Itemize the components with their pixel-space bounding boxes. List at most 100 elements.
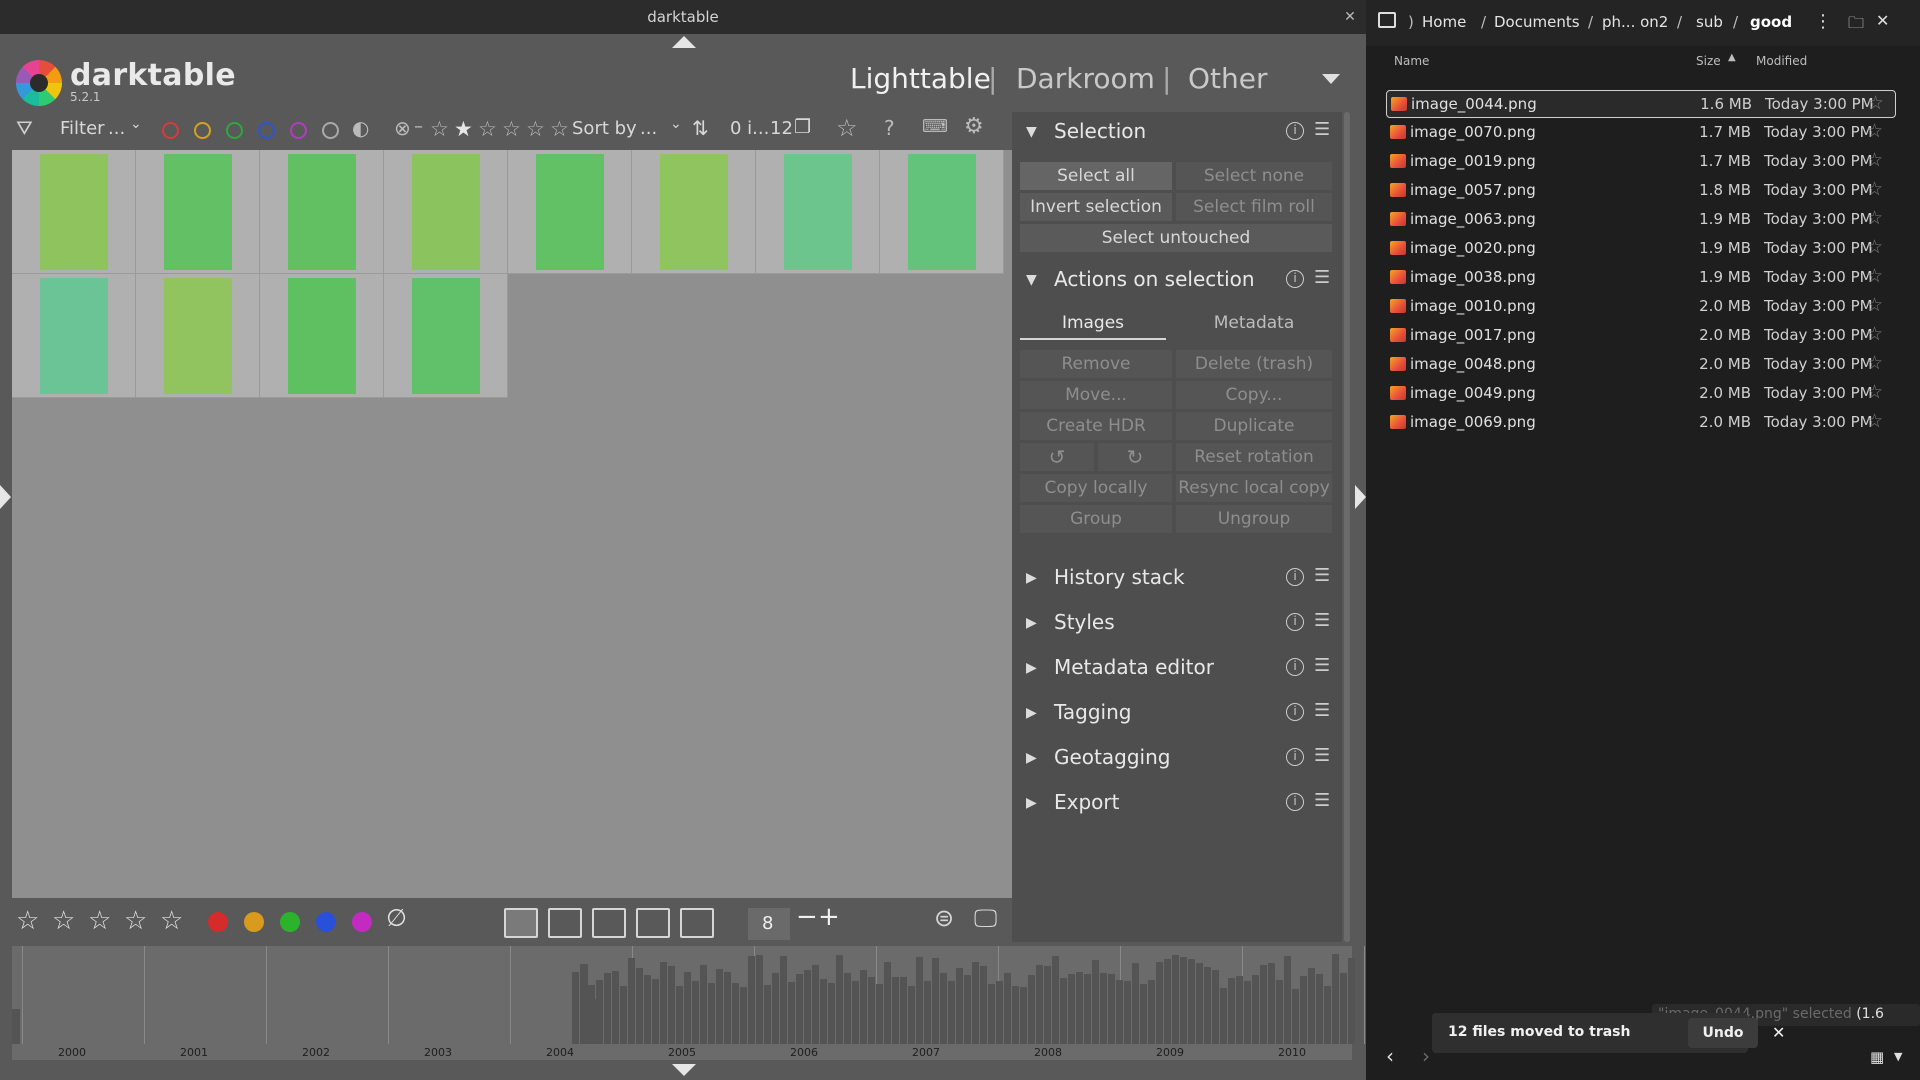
presets-menu-icon[interactable]: ☰ <box>1314 655 1330 676</box>
folder-search-icon[interactable]: 🗀 <box>1848 12 1864 39</box>
star-icon[interactable]: ☆ <box>1866 207 1883 229</box>
thumbnail[interactable] <box>136 150 260 274</box>
zoom-input[interactable]: 8 <box>748 908 790 940</box>
rejected-filter-icon[interactable]: ⊗ <box>394 116 411 140</box>
rate-star-icon[interactable]: ☆ <box>88 906 111 936</box>
history-stack-module-header[interactable]: ▶ History stack i ☰ <box>1012 558 1342 598</box>
file-row[interactable]: image_0070.png 1.7 MB Today 3:00 PM ☆ <box>1386 119 1896 147</box>
presets-menu-icon[interactable]: ☰ <box>1314 565 1330 586</box>
move-button[interactable]: Move... <box>1020 381 1172 409</box>
label-purple-icon[interactable] <box>352 912 372 932</box>
focus-peaking-icon[interactable]: ⊜ <box>934 904 954 932</box>
presets-menu-icon[interactable]: ☰ <box>1314 610 1330 631</box>
presets-menu-icon[interactable]: ☰ <box>1314 700 1330 721</box>
color-filter-combine-icon[interactable]: ◐ <box>352 116 369 140</box>
info-icon[interactable]: i <box>1286 703 1304 721</box>
favorite-star-icon[interactable]: ☆ <box>836 114 858 142</box>
back-arrow-icon[interactable]: ‹ <box>1386 1044 1394 1068</box>
column-name[interactable]: Name <box>1394 54 1429 68</box>
star-icon[interactable]: ☆ <box>1866 410 1883 432</box>
color-filter-red-icon[interactable] <box>162 122 179 139</box>
culling-fixed-layout-icon[interactable] <box>592 908 626 938</box>
thumbnail[interactable] <box>632 150 756 274</box>
resync-local-copy-button[interactable]: Resync local copy <box>1176 474 1332 502</box>
preview-layout-icon[interactable] <box>680 908 714 938</box>
create-hdr-button[interactable]: Create HDR <box>1020 412 1172 440</box>
info-icon[interactable]: i <box>1286 658 1304 676</box>
view-other[interactable]: Other <box>1188 62 1268 95</box>
grouping-icon[interactable]: ❐ <box>794 116 811 138</box>
sort-chevron-icon[interactable]: ⌄ <box>670 116 682 132</box>
reset-rotation-button[interactable]: Reset rotation <box>1176 443 1332 471</box>
tab-metadata[interactable]: Metadata <box>1176 308 1332 340</box>
thumbnail[interactable] <box>260 150 384 274</box>
clear-labels-icon[interactable]: ∅ <box>386 904 407 932</box>
info-icon[interactable]: i <box>1286 568 1304 586</box>
culling-dynamic-layout-icon[interactable] <box>636 908 670 938</box>
view-darkroom[interactable]: Darkroom <box>1016 62 1155 95</box>
rotate-cw-icon[interactable]: ↻ <box>1098 443 1172 471</box>
selection-module-header[interactable]: ▼ Selection i ☰ <box>1012 112 1342 152</box>
more-options-icon[interactable]: ⋮ <box>1814 11 1832 32</box>
rating-star-icon[interactable]: ☆ <box>430 117 449 141</box>
column-size[interactable]: Size <box>1696 54 1721 68</box>
display-profile-icon[interactable]: 🖵 <box>974 904 997 932</box>
rotate-ccw-icon[interactable]: ↺ <box>1020 443 1094 471</box>
breadcrumb-home[interactable]: Home <box>1422 13 1466 31</box>
keyboard-shortcuts-icon[interactable]: ⌨ <box>922 116 948 137</box>
thumbnail[interactable] <box>12 274 136 398</box>
window-close-button[interactable]: ✕ <box>1340 7 1360 27</box>
label-green-icon[interactable] <box>280 912 300 932</box>
sort-dropdown[interactable]: ... <box>640 118 657 139</box>
thumbnail[interactable] <box>136 274 260 398</box>
star-icon[interactable]: ☆ <box>1866 352 1883 374</box>
thumbnail[interactable] <box>12 150 136 274</box>
thumbnail[interactable] <box>880 150 1004 274</box>
rate-star-icon[interactable]: ☆ <box>52 906 75 936</box>
toast-close-icon[interactable]: ✕ <box>1772 1023 1785 1042</box>
preferences-gear-icon[interactable]: ⚙ <box>964 114 984 139</box>
label-yellow-icon[interactable] <box>244 912 264 932</box>
color-filter-purple-icon[interactable] <box>290 122 307 139</box>
file-row[interactable]: image_0048.png 2.0 MB Today 3:00 PM ☆ <box>1386 351 1896 379</box>
right-panel-collapse-icon[interactable] <box>1355 485 1366 509</box>
star-icon[interactable]: ☆ <box>1866 178 1883 200</box>
tagging-module-header[interactable]: ▶ Tagging i ☰ <box>1012 693 1342 733</box>
file-row[interactable]: image_0038.png 1.9 MB Today 3:00 PM ☆ <box>1386 264 1896 292</box>
delete-trash-button[interactable]: Delete (trash) <box>1176 350 1332 378</box>
color-filter-yellow-icon[interactable] <box>194 122 211 139</box>
file-row[interactable]: image_0010.png 2.0 MB Today 3:00 PM ☆ <box>1386 293 1896 321</box>
view-options-chevron-icon[interactable]: ▼ <box>1894 1050 1902 1063</box>
rate-star-icon[interactable]: ☆ <box>160 906 183 936</box>
file-row[interactable]: image_0044.png 1.6 MB Today 3:00 PM ☆ <box>1386 90 1896 118</box>
panel-scrollbar[interactable] <box>1344 112 1350 942</box>
star-icon[interactable]: ☆ <box>1866 381 1883 403</box>
left-panel-expand-icon[interactable] <box>0 485 11 509</box>
views-dropdown-icon[interactable] <box>1322 74 1340 84</box>
select-none-button[interactable]: Select none <box>1176 162 1332 190</box>
star-icon[interactable]: ☆ <box>1866 323 1883 345</box>
select-all-button[interactable]: Select all <box>1020 162 1172 190</box>
star-icon[interactable]: ☆ <box>1866 149 1883 171</box>
thumbnail[interactable] <box>508 150 632 274</box>
breadcrumb-documents[interactable]: Documents <box>1494 13 1580 31</box>
forward-arrow-icon[interactable]: › <box>1422 1044 1430 1068</box>
metadata-editor-module-header[interactable]: ▶ Metadata editor i ☰ <box>1012 648 1342 688</box>
breadcrumb-sub[interactable]: sub <box>1696 13 1723 31</box>
presets-menu-icon[interactable]: ☰ <box>1314 267 1330 288</box>
close-icon[interactable]: ✕ <box>1876 11 1889 30</box>
file-row[interactable]: image_0069.png 2.0 MB Today 3:00 PM ☆ <box>1386 409 1896 437</box>
rating-star-icon[interactable]: ☆ <box>550 117 569 141</box>
undo-button[interactable]: Undo <box>1688 1018 1758 1048</box>
info-icon[interactable]: i <box>1286 613 1304 631</box>
thumbnail[interactable] <box>260 274 384 398</box>
export-module-header[interactable]: ▶ Export i ☰ <box>1012 783 1342 823</box>
star-icon[interactable]: ☆ <box>1866 265 1883 287</box>
breadcrumb-current[interactable]: good <box>1750 13 1792 31</box>
remove-button[interactable]: Remove <box>1020 350 1172 378</box>
zoom-in-icon[interactable]: + <box>818 902 840 932</box>
file-row[interactable]: image_0020.png 1.9 MB Today 3:00 PM ☆ <box>1386 235 1896 263</box>
sidebar-toggle-icon[interactable] <box>1378 12 1396 28</box>
duplicate-button[interactable]: Duplicate <box>1176 412 1332 440</box>
bottom-panel-collapse-icon[interactable] <box>672 1064 696 1076</box>
